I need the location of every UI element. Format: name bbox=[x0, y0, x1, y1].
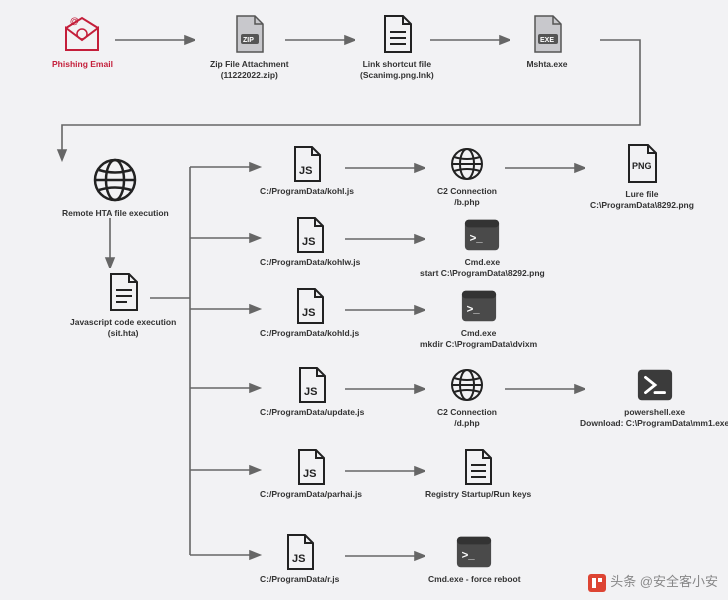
svg-text:JS: JS bbox=[302, 307, 315, 319]
cmd3-label: Cmd.exe - force reboot bbox=[428, 574, 521, 585]
c2-d-node: C2 Connection /d.php bbox=[437, 366, 497, 428]
c2-b-node: C2 Connection /b.php bbox=[437, 145, 497, 207]
svg-text:@: @ bbox=[70, 16, 79, 26]
ps-label: powershell.exe Download: C:\ProgramData\… bbox=[580, 407, 728, 428]
svg-text:>_: >_ bbox=[470, 233, 484, 245]
js-kohlw-label: C:/ProgramData/kohlw.js bbox=[260, 257, 360, 268]
logo-icon bbox=[588, 574, 606, 592]
js-exec-node: Javascript code execution (sit.hta) bbox=[70, 270, 176, 338]
remote-hta-node: Remote HTA file execution bbox=[62, 155, 169, 219]
svg-text:JS: JS bbox=[302, 236, 315, 248]
js-file-icon: JS bbox=[291, 287, 329, 325]
phishing-label: Phishing Email bbox=[52, 59, 113, 70]
exe-icon: EXE bbox=[525, 12, 569, 56]
cmd2-node: >_ Cmd.exe mkdir C:\ProgramData\dvixm bbox=[420, 287, 537, 349]
svg-text:JS: JS bbox=[299, 165, 312, 177]
js-kohld-node: JS C:/ProgramData/kohld.js bbox=[260, 287, 359, 339]
js-file-icon: JS bbox=[291, 216, 329, 254]
js-file-icon: JS bbox=[288, 145, 326, 183]
svg-text:JS: JS bbox=[292, 553, 305, 565]
phishing-email-node: @ Phishing Email bbox=[52, 12, 113, 70]
lure-node: PNG Lure file C:\ProgramData\8292.png bbox=[590, 142, 694, 210]
cmd1-node: >_ Cmd.exe start C:\ProgramData\8292.png bbox=[420, 216, 545, 278]
svg-text:JS: JS bbox=[303, 468, 316, 480]
svg-text:>_: >_ bbox=[462, 550, 476, 562]
js-file-icon: JS bbox=[292, 448, 330, 486]
cmd3-node: >_ Cmd.exe - force reboot bbox=[428, 533, 521, 585]
js-parhai-node: JS C:/ProgramData/parhai.js bbox=[260, 448, 362, 500]
svg-text:EXE: EXE bbox=[540, 37, 554, 44]
js-kohld-label: C:/ProgramData/kohld.js bbox=[260, 328, 359, 339]
js-file-icon: JS bbox=[293, 366, 331, 404]
zip-icon: ZIP bbox=[227, 12, 271, 56]
registry-node: Registry Startup/Run keys bbox=[425, 448, 531, 500]
email-icon: @ bbox=[60, 12, 104, 56]
terminal-icon: >_ bbox=[460, 287, 498, 325]
js-parhai-label: C:/ProgramData/parhai.js bbox=[260, 489, 362, 500]
js-exec-label: Javascript code execution (sit.hta) bbox=[70, 317, 176, 338]
js-r-label: C:/ProgramData/r.js bbox=[260, 574, 339, 585]
c2-b-label: C2 Connection /b.php bbox=[437, 186, 497, 207]
js-kohl-label: C:/ProgramData/kohl.js bbox=[260, 186, 354, 197]
js-kohlw-node: JS C:/ProgramData/kohlw.js bbox=[260, 216, 360, 268]
cmd2-label: Cmd.exe mkdir C:\ProgramData\dvixm bbox=[420, 328, 537, 349]
watermark-text: 头条 @安全客小安 bbox=[610, 574, 718, 589]
terminal-icon: >_ bbox=[463, 216, 501, 254]
file-lines-icon bbox=[375, 12, 419, 56]
cmd1-label: Cmd.exe start C:\ProgramData\8292.png bbox=[420, 257, 545, 278]
svg-text:JS: JS bbox=[304, 386, 317, 398]
js-file-icon: JS bbox=[281, 533, 319, 571]
js-r-node: JS C:/ProgramData/r.js bbox=[260, 533, 339, 585]
file-lines-icon bbox=[459, 448, 497, 486]
lnk-node: Link shortcut file (Scanimg.png.lnk) bbox=[360, 12, 434, 80]
powershell-icon bbox=[636, 366, 674, 404]
mshta-label: Mshta.exe bbox=[526, 59, 567, 70]
js-update-node: JS C:/ProgramData/update.js bbox=[260, 366, 364, 418]
remote-hta-label: Remote HTA file execution bbox=[62, 208, 169, 219]
svg-text:PNG: PNG bbox=[632, 161, 652, 171]
svg-text:>_: >_ bbox=[466, 304, 480, 316]
zip-node: ZIP Zip File Attachment (11222022.zip) bbox=[210, 12, 289, 80]
png-file-icon: PNG bbox=[620, 142, 664, 186]
js-kohl-node: JS C:/ProgramData/kohl.js bbox=[260, 145, 354, 197]
powershell-node: powershell.exe Download: C:\ProgramData\… bbox=[580, 366, 728, 428]
globe-icon bbox=[448, 366, 486, 404]
lure-label: Lure file C:\ProgramData\8292.png bbox=[590, 189, 694, 210]
mshta-node: EXE Mshta.exe bbox=[525, 12, 569, 70]
registry-label: Registry Startup/Run keys bbox=[425, 489, 531, 500]
zip-label: Zip File Attachment (11222022.zip) bbox=[210, 59, 289, 80]
lnk-label: Link shortcut file (Scanimg.png.lnk) bbox=[360, 59, 434, 80]
globe-icon bbox=[90, 155, 140, 205]
terminal-icon: >_ bbox=[455, 533, 493, 571]
globe-icon bbox=[448, 145, 486, 183]
watermark: 头条 @安全客小安 bbox=[588, 571, 718, 592]
c2-d-label: C2 Connection /d.php bbox=[437, 407, 497, 428]
file-lines-icon bbox=[101, 270, 145, 314]
svg-text:ZIP: ZIP bbox=[243, 37, 254, 44]
js-update-label: C:/ProgramData/update.js bbox=[260, 407, 364, 418]
